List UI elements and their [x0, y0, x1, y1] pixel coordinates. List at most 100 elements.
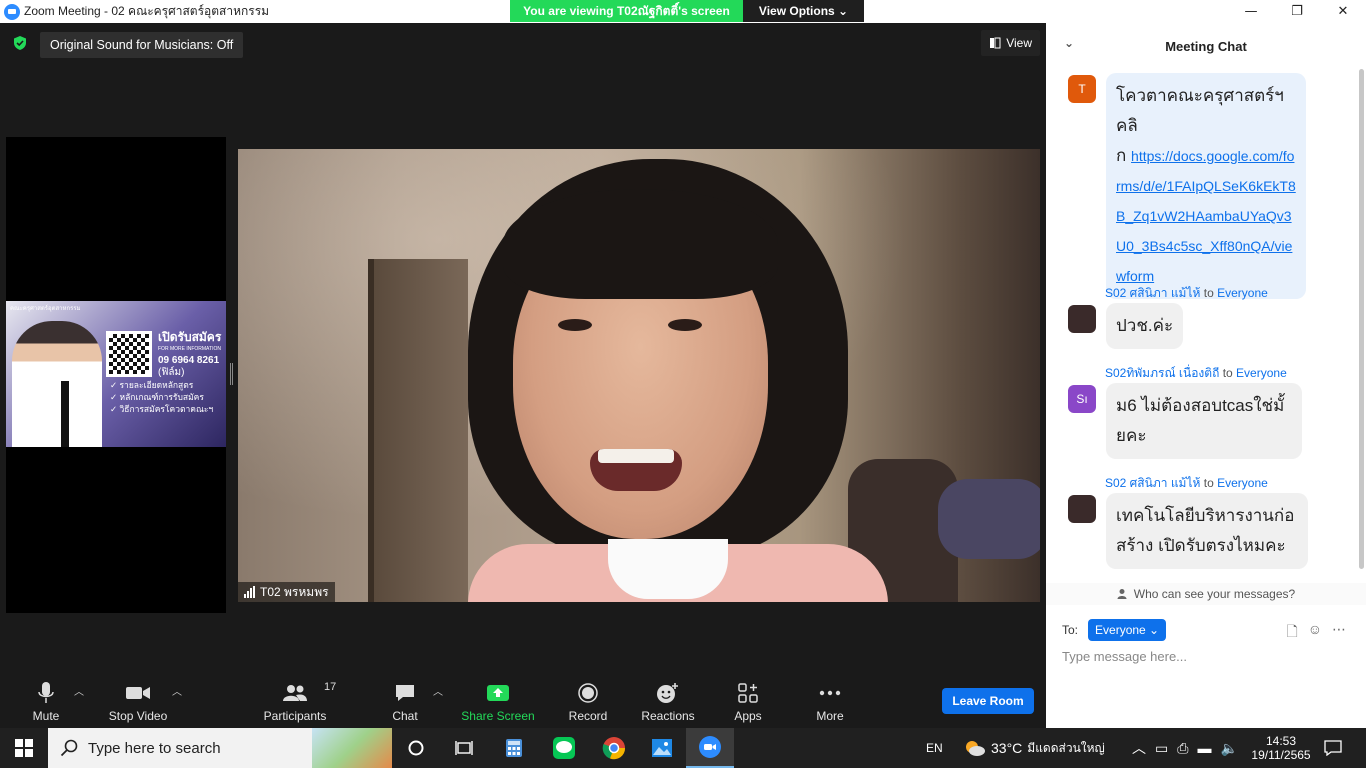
stop-video-button[interactable]: Stop Video — [104, 675, 172, 728]
screen-capture-icon[interactable]: ⎙ — [1177, 740, 1188, 757]
restore-button[interactable]: ❐ — [1274, 0, 1320, 23]
original-sound-toggle[interactable]: Original Sound for Musicians: Off — [40, 32, 244, 58]
task-view-button[interactable] — [440, 728, 488, 768]
start-button[interactable] — [0, 728, 48, 768]
meeting-area: Original Sound for Musicians: Off View ค… — [0, 23, 1046, 675]
input-language[interactable]: EN — [926, 728, 943, 768]
apps-button[interactable]: Apps — [730, 675, 766, 728]
close-button[interactable]: ✕ — [1320, 0, 1366, 23]
chat-message: ปวช.ค่ะ — [1106, 303, 1184, 349]
battery-icon[interactable]: ▬ — [1197, 740, 1211, 756]
video-collar — [608, 539, 728, 599]
share-screen-label: Share Screen — [461, 708, 535, 723]
line-app-icon — [553, 737, 575, 759]
sender-name: S02 ศสินิภา แม้ไห้ — [1105, 476, 1201, 490]
shield-icon[interactable] — [12, 35, 28, 51]
chrome-icon — [602, 737, 626, 760]
chrome-app[interactable] — [590, 728, 638, 768]
participants-icon — [283, 684, 307, 701]
participant-name: T02 พรหมพร — [260, 584, 329, 599]
line-app[interactable] — [540, 728, 588, 768]
share-screen-button[interactable]: Share Screen — [460, 675, 536, 728]
windows-logo-icon — [15, 739, 33, 757]
audio-options-chevron-icon[interactable]: ︿ — [74, 683, 84, 698]
shared-screen-thumbnail[interactable]: คณะครุศาสตร์อุตสาหกรรม เปิดรับสมัคร FOR … — [6, 137, 226, 613]
calculator-app[interactable] — [490, 728, 538, 768]
sender-recipient: Everyone — [1217, 476, 1268, 490]
recipient-dropdown[interactable]: Everyone ⌄ — [1088, 619, 1167, 641]
reactions-label: Reactions — [641, 708, 695, 723]
who-can-see-link[interactable]: Who can see your messages? — [1046, 583, 1366, 605]
chat-panel: ⌄ Meeting Chat T โควตาคณะครุศาสตร์ฯ คลิ … — [1046, 23, 1366, 728]
system-tray: ︿ ▭ ⎙ ▬ 🔈 — [1132, 728, 1238, 768]
task-view-icon — [455, 741, 473, 755]
temperature: 33°C — [991, 740, 1023, 756]
zoom-app[interactable] — [686, 728, 734, 768]
clock-date: 19/11/2565 — [1251, 748, 1311, 762]
file-icon[interactable]: 🗋 — [1286, 621, 1297, 645]
view-options-button[interactable]: View Options ⌄ — [743, 0, 864, 22]
video-eye — [558, 319, 592, 331]
notifications-button[interactable] — [1322, 728, 1344, 768]
chat-bubble-icon — [396, 684, 414, 701]
weather-widget[interactable]: 33°C มีแดดส่วนใหญ่ — [964, 728, 1105, 768]
view-button-label: View — [1006, 36, 1032, 50]
message-sender: S02ทิพัมภรณ์ เนื่องติถี to Everyone — [1105, 364, 1287, 383]
participants-label: Participants — [263, 708, 327, 723]
video-pillow — [938, 479, 1040, 559]
avatar — [1068, 495, 1096, 523]
more-options-icon[interactable]: ⋯ — [1332, 621, 1346, 645]
window-controls: — ❐ ✕ — [1046, 0, 1366, 23]
calculator-icon — [506, 739, 522, 757]
clock-time: 14:53 — [1265, 734, 1297, 748]
photos-icon — [652, 739, 672, 757]
search-placeholder: Type here to search — [88, 739, 221, 757]
chat-options-chevron-icon[interactable]: ︿ — [433, 683, 443, 698]
viewing-screen-label: You are viewing T02ณัฐกิตติ์'s screen — [510, 0, 743, 22]
taskbar-search[interactable]: Type here to search — [48, 728, 392, 768]
volume-icon[interactable]: 🔈 — [1220, 740, 1237, 757]
who-can-see-label: Who can see your messages? — [1133, 587, 1296, 601]
video-bangs — [503, 189, 778, 299]
video-options-chevron-icon[interactable]: ︿ — [172, 683, 182, 698]
chat-header: ⌄ Meeting Chat — [1046, 23, 1366, 69]
chat-messages: T โควตาคณะครุศาสตร์ฯ คลิ ก https://docs.… — [1046, 69, 1358, 581]
chat-scrollbar[interactable] — [1359, 69, 1364, 569]
participants-button[interactable]: 17 Participants — [258, 675, 337, 728]
poster-list-item: ✓ วิธีการสมัครโควตาคณะฯ — [110, 404, 214, 414]
search-highlight-image — [312, 728, 392, 768]
resize-handle[interactable] — [230, 363, 233, 385]
to-label: To: — [1062, 623, 1079, 637]
participants-count: 17 — [324, 680, 337, 693]
record-button[interactable]: Record — [566, 675, 610, 728]
photos-app[interactable] — [638, 728, 686, 768]
share-screen-icon — [487, 684, 509, 701]
main-video[interactable]: T02 พรหมพร — [238, 149, 1040, 602]
clock[interactable]: 14:53 19/11/2565 — [1251, 728, 1311, 768]
sender-name: S02 ศสินิภา แม้ไห้ — [1105, 286, 1201, 300]
avatar: T — [1068, 75, 1096, 103]
reactions-button[interactable]: Reactions — [640, 675, 696, 728]
cortana-button[interactable] — [392, 728, 440, 768]
poster-list-item: ✓ หลักเกณฑ์การรับสมัคร — [110, 392, 204, 402]
chevron-up-icon[interactable]: ︿ — [1132, 738, 1146, 758]
message-sender: S02 ศสินิภา แม้ไห้ to Everyone — [1105, 284, 1268, 303]
chevron-down-icon[interactable]: ⌄ — [1064, 36, 1074, 50]
chat-button[interactable]: Chat — [386, 675, 424, 728]
recipient-row: To: Everyone ⌄ — [1062, 619, 1167, 641]
view-button[interactable]: View — [981, 30, 1040, 56]
more-button[interactable]: More — [812, 675, 848, 728]
mute-button[interactable]: Mute — [26, 675, 66, 728]
poster-list: ✓ รายละเอียดหลักสูตร ✓ หลักเกณฑ์การรับสม… — [110, 379, 213, 415]
meet-now-icon[interactable]: ▭ — [1155, 740, 1168, 757]
qr-code-icon — [106, 331, 152, 377]
chat-input-tools: 🗋 ☺ ⋯ — [1286, 621, 1346, 645]
record-icon — [578, 682, 598, 703]
minimize-button[interactable]: — — [1228, 0, 1274, 23]
leave-room-button[interactable]: Leave Room — [942, 688, 1034, 714]
window-title: Zoom Meeting - 02 คณะครุศาสตร์อุตสาหกรรม — [24, 4, 270, 18]
chat-input[interactable]: Type message here... — [1062, 649, 1187, 664]
emoji-icon[interactable]: ☺ — [1308, 621, 1322, 645]
poster-phone: 09 6964 8261 — [158, 355, 220, 366]
form-link[interactable]: https://docs.google.com/forms/d/e/1FAIpQ… — [1116, 148, 1296, 284]
